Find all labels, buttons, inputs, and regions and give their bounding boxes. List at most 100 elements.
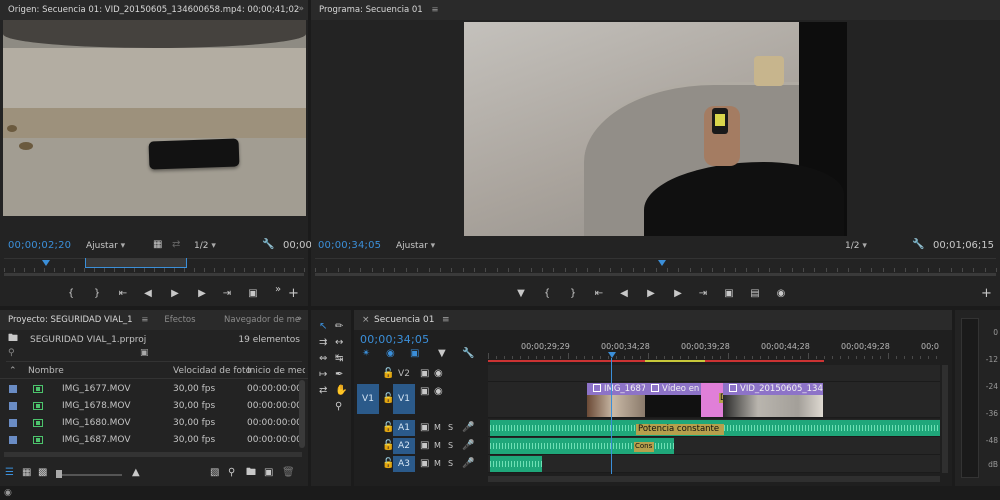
solo-button[interactable]: S [448,423,453,433]
mute-button[interactable]: M [434,459,441,469]
panel-overflow-icon[interactable]: » [298,4,304,14]
new-item-icon[interactable]: ▣ [264,468,273,478]
extract-button[interactable]: ▤ [742,288,768,299]
list-view-icon[interactable]: ☰ [5,468,14,478]
step-back-button[interactable]: ◀ [136,288,162,299]
track-v2-lane[interactable] [488,365,940,382]
source-timecode[interactable]: 00;00;02;20 [8,240,71,251]
project-menu-icon[interactable]: ≡ [141,315,148,325]
tab-project[interactable]: Proyecto: SEGURIDAD VIAL_1 ≡ [0,310,156,330]
list-item[interactable]: IMG_1677.MOV 30,00 fps 00:00:00:00 [0,380,302,397]
timeline-horizontal-scrollbar[interactable] [488,476,940,482]
track-select-tool-icon[interactable]: ⇉ [319,338,327,348]
timeline-vertical-scrollbar[interactable] [942,365,948,473]
go-to-in-button[interactable]: ⇤ [110,288,136,299]
source-add-button[interactable]: + [288,287,299,300]
video-clip-vid[interactable]: VID_20150605_134 [723,383,823,417]
track-a3-label[interactable]: A3 [393,456,415,472]
timeline-settings-icon[interactable]: 🔧 [462,349,474,359]
nest-icon[interactable]: ▣ [410,349,419,359]
source-inout-range[interactable] [85,258,187,268]
list-item[interactable]: IMG_1680.MOV 30,00 fps 00:00:00:00 [0,414,302,431]
mic-icon[interactable]: 🎤 [462,423,474,433]
sync-lock-icon[interactable]: ▣ [420,441,429,451]
timeline-playhead[interactable] [608,352,616,358]
project-search-field[interactable]: ⚲ ▣ [6,348,302,362]
project-overflow-icon[interactable]: » [296,314,302,324]
track-a2-label[interactable]: A2 [393,438,415,454]
sort-icon[interactable]: ▲ [132,468,140,478]
zoom-slider-handle[interactable] [56,470,62,478]
insert-button[interactable]: ▣ [240,288,266,299]
video-clip-black[interactable]: Vídeo en negro [645,383,701,417]
track-a3-lane[interactable] [488,455,940,473]
lift-button[interactable]: ▣ [716,288,742,299]
eye-icon[interactable]: ◉ [434,369,443,379]
mic-icon[interactable]: 🎤 [462,441,474,451]
rate-stretch-tool-icon[interactable]: ↦ [319,370,327,380]
source-scroll-bar[interactable] [4,273,304,276]
sync-lock-icon[interactable]: ▣ [420,423,429,433]
step-forward-button[interactable]: ▶ [188,288,214,299]
mute-button[interactable]: M [434,423,441,433]
source-patch-v1[interactable]: V1 [357,384,379,414]
export-frame-camera-icon[interactable]: ◉ [768,288,794,299]
rolling-tool-icon[interactable]: ⇔ [319,354,327,364]
tab-media-browser[interactable]: Navegador de me [216,310,308,330]
pen-tool-icon[interactable]: ✒ [335,370,343,380]
video-clip-img[interactable]: IMG_1687 [587,383,645,417]
go-to-out-button[interactable]: ⇥ [214,288,240,299]
program-go-to-in-button[interactable]: ⇤ [586,288,612,299]
status-icon[interactable]: ◉ [4,488,12,498]
razor-tool-icon[interactable]: ✏ [335,322,343,332]
program-monitor-tab[interactable]: Programa: Secuencia 01 ≡ [311,0,447,20]
find-icon[interactable]: ⚲ [228,468,235,478]
timeline-menu-icon[interactable]: ≡ [442,315,450,325]
program-add-button[interactable]: + [981,287,992,300]
program-time-ruler[interactable] [315,258,997,272]
sync-lock-icon[interactable]: ▣ [420,459,429,469]
mute-button[interactable]: M [434,441,441,451]
slip-tool-icon[interactable]: ↹ [335,354,343,364]
source-fit-dropdown[interactable]: Ajustar [86,241,125,251]
icon-view-icon[interactable]: ▦ [22,468,31,478]
film-icon[interactable]: ▦ [153,240,162,250]
trash-icon[interactable]: 🗑 [282,468,295,478]
program-timecode[interactable]: 00;00;34;05 [318,240,381,251]
source-more-icon[interactable]: » [275,285,281,295]
automate-icon[interactable]: ▧ [210,468,219,478]
track-a1-label[interactable]: A1 [393,420,415,436]
source-resolution-dropdown[interactable]: 1/2 [194,241,250,251]
mark-out-button[interactable]: } [84,288,110,299]
list-item[interactable]: IMG_1687.MOV 30,00 fps 00:00:00:00 [0,431,302,448]
program-step-forward-button[interactable]: ▶ [664,288,690,299]
video-clip-pink[interactable]: Di [701,383,723,417]
snap-icon[interactable]: ✴ [362,349,370,359]
new-folder-icon[interactable]: 🖿 [246,468,256,478]
project-horizontal-scrollbar[interactable] [4,452,302,457]
timeline-close-icon[interactable]: × [362,315,370,325]
add-marker-button[interactable]: ▼ [508,288,534,299]
mark-in-button[interactable]: { [58,288,84,299]
track-v2-label[interactable]: V2 [393,369,415,379]
program-playhead[interactable] [658,260,667,266]
wrench-icon[interactable]: 🔧 [262,240,274,250]
selection-tool-icon[interactable]: ↖ [319,322,327,332]
sync-lock-icon[interactable]: ▣ [420,369,429,379]
column-name[interactable]: Nombre [28,366,64,376]
transition-cons[interactable]: Cons [634,442,654,452]
zoom-slider[interactable] [56,474,122,476]
program-wrench-icon[interactable]: 🔧 [912,240,924,250]
slide-tool-icon[interactable]: ⇄ [319,386,327,396]
freeform-view-icon[interactable]: ▩ [38,468,47,478]
program-fit-dropdown[interactable]: Ajustar [396,241,435,251]
insert-icon[interactable]: ⇄ [172,240,180,250]
linked-selection-icon[interactable]: ◉ [386,349,395,359]
solo-button[interactable]: S [448,459,453,469]
program-resolution-dropdown[interactable]: 1/2 [845,241,905,251]
sync-lock-icon[interactable]: ▣ [420,387,429,397]
transition-constant-power[interactable]: Potencia constante [636,424,724,435]
program-step-back-button[interactable]: ◀ [612,288,638,299]
eye-icon[interactable]: ◉ [434,387,443,397]
track-v1-label[interactable]: V1 [393,384,415,414]
